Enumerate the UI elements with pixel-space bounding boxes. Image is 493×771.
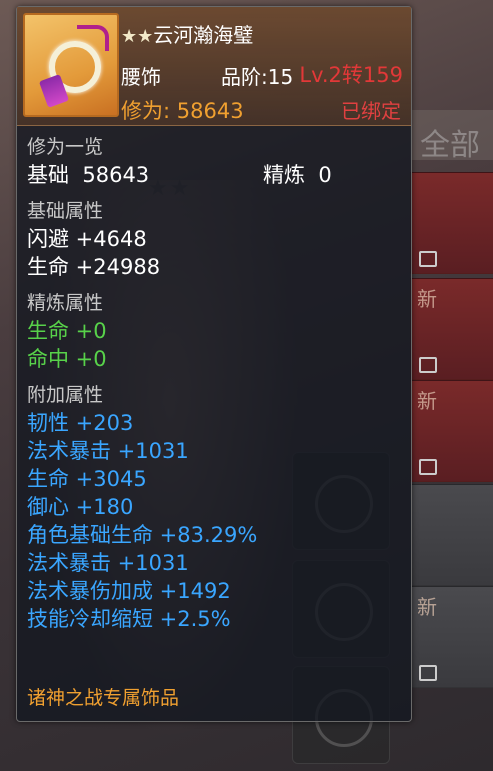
bound-status: 已绑定 bbox=[341, 99, 401, 123]
item-slot: 腰饰 bbox=[121, 65, 161, 89]
new-badge: 新 bbox=[417, 287, 437, 311]
bag-slot[interactable] bbox=[410, 484, 493, 586]
star-rating: ★★ bbox=[121, 26, 154, 47]
bag-slot[interactable]: 新 bbox=[410, 278, 493, 380]
refine-attr-row: 生命 +0 bbox=[27, 319, 107, 343]
lock-icon bbox=[419, 665, 437, 681]
extra-attr-row: 法术暴伤加成 +1492 bbox=[27, 579, 231, 603]
extra-attr-row: 生命 +3045 bbox=[27, 467, 147, 491]
item-power: 修为: 58643 bbox=[121, 99, 244, 123]
base-attr-row: 生命 +24988 bbox=[27, 255, 161, 279]
item-name: 云河瀚海璧 bbox=[153, 23, 254, 47]
base-attrs-title: 基础属性 bbox=[27, 200, 104, 222]
item-tooltip: ★★云河瀚海璧 腰饰 品阶:15 Lv.2转159 修为: 58643 已绑定 … bbox=[16, 6, 412, 722]
extra-attr-row: 技能冷却缩短 +2.5% bbox=[27, 607, 231, 631]
new-badge: 新 bbox=[417, 595, 437, 619]
item-name-line: ★★云河瀚海璧 bbox=[121, 19, 253, 48]
bag-slot[interactable]: 新 bbox=[410, 380, 493, 482]
item-level: Lv.2转159 bbox=[299, 63, 403, 87]
extra-attr-row: 法术暴击 +1031 bbox=[27, 439, 189, 463]
overview-row: 基础 58643 精炼 0 bbox=[27, 161, 397, 189]
tooltip-header: ★★云河瀚海璧 腰饰 品阶:15 Lv.2转159 修为: 58643 已绑定 bbox=[17, 7, 411, 126]
item-grade: 品阶:15 bbox=[221, 65, 294, 89]
lock-icon bbox=[419, 357, 437, 373]
overview-title: 修为一览 bbox=[27, 136, 104, 158]
item-source-note: 诸神之战专属饰品 bbox=[27, 687, 180, 709]
new-badge: 新 bbox=[417, 389, 437, 413]
base-attr-row: 闪避 +4648 bbox=[27, 227, 147, 251]
tab-all-label: 全部 bbox=[420, 128, 480, 163]
refine-label: 精炼 bbox=[263, 163, 305, 187]
extra-attrs-title: 附加属性 bbox=[27, 384, 104, 406]
refine-value: 0 bbox=[318, 163, 332, 187]
lock-icon bbox=[419, 459, 437, 475]
extra-attr-row: 法术暴击 +1031 bbox=[27, 551, 189, 575]
base-value: 58643 bbox=[82, 163, 150, 187]
tooltip-body: 修为一览 基础 58643 精炼 0 基础属性 闪避 +4648 生命 +249… bbox=[27, 133, 397, 633]
refine-attrs-title: 精炼属性 bbox=[27, 292, 104, 314]
lock-icon bbox=[419, 251, 437, 267]
extra-attr-row: 御心 +180 bbox=[27, 495, 134, 519]
jade-pendant-icon bbox=[23, 13, 119, 117]
refine-attr-row: 命中 +0 bbox=[27, 347, 107, 371]
bag-slot[interactable]: 新 bbox=[410, 586, 493, 688]
extra-attr-row: 韧性 +203 bbox=[27, 411, 134, 435]
base-label: 基础 bbox=[27, 163, 69, 187]
extra-attr-row: 角色基础生命 +83.29% bbox=[27, 523, 258, 547]
bag-slot[interactable] bbox=[410, 172, 493, 274]
